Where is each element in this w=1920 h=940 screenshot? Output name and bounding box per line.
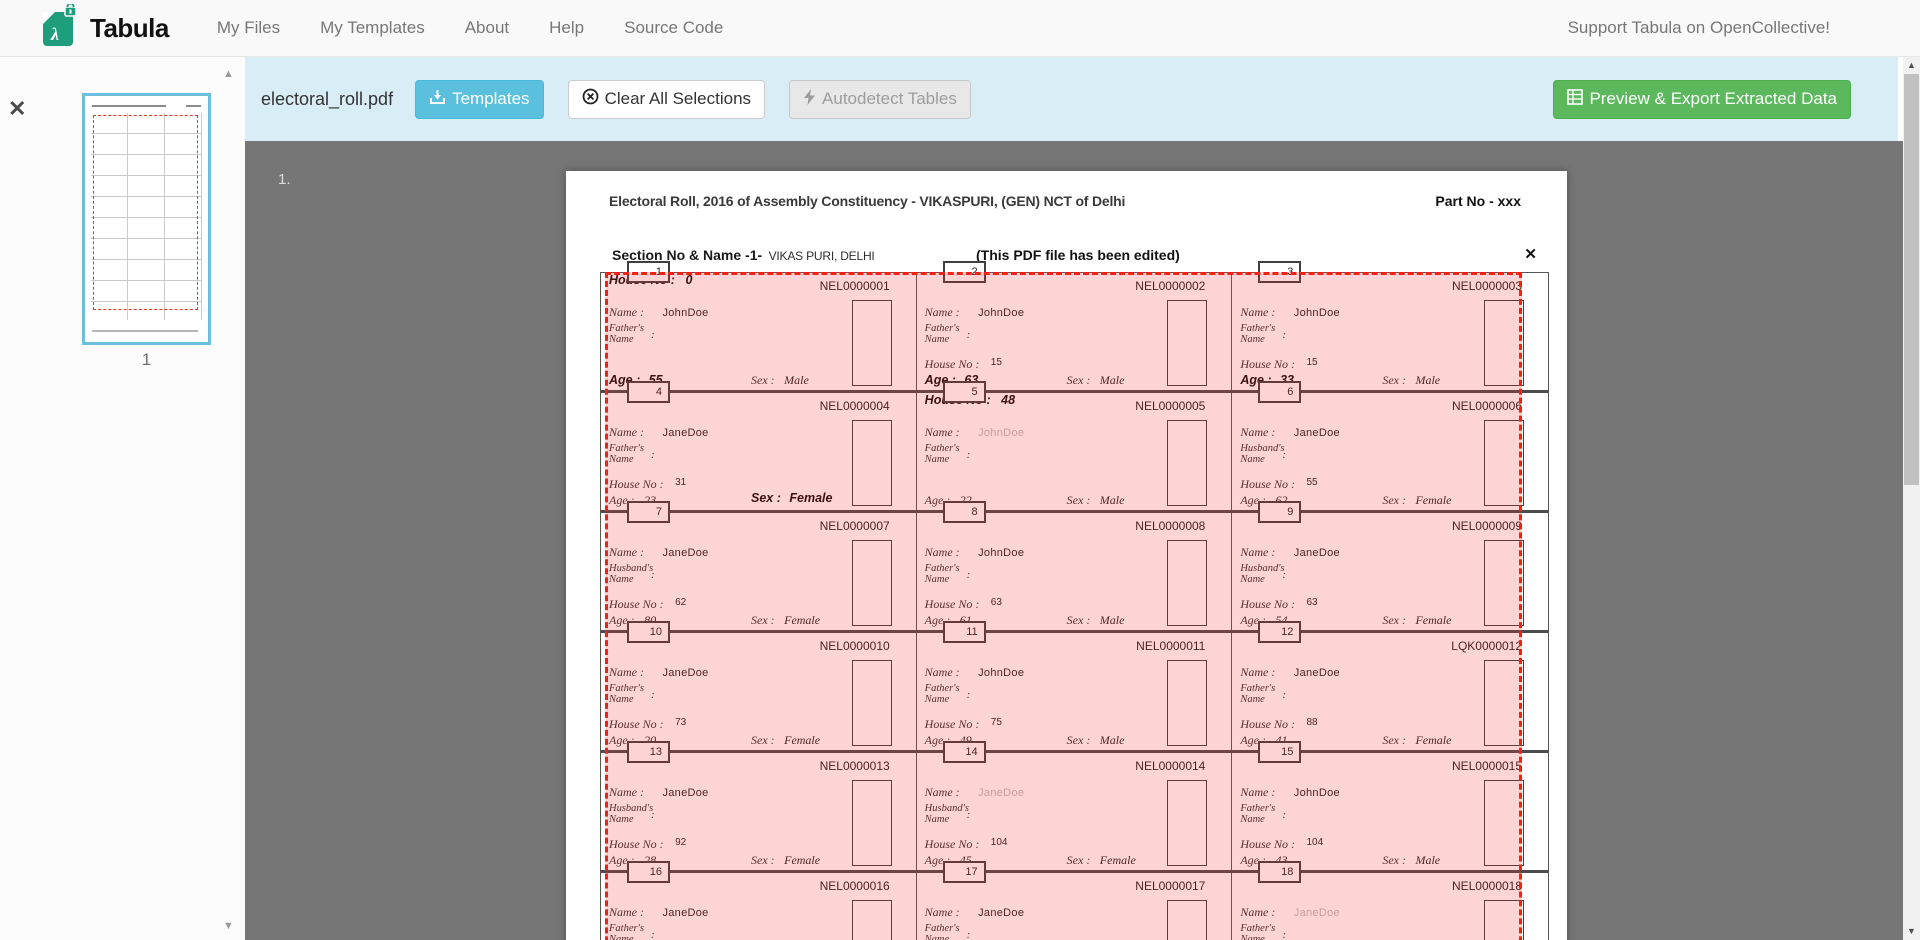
clear-all-selections-button[interactable]: Clear All Selections xyxy=(568,80,765,119)
thumb-footer-line xyxy=(92,330,198,332)
doc-title: Electoral Roll, 2016 of Assembly Constit… xyxy=(609,193,1125,209)
document-filename: electoral_roll.pdf xyxy=(261,89,393,110)
clear-circle-x-icon xyxy=(582,88,605,110)
lightning-icon xyxy=(803,89,822,110)
nav-help[interactable]: Help xyxy=(529,18,604,38)
tabula-brand[interactable]: λ Tabula xyxy=(40,4,169,53)
scrollbar-up-icon[interactable]: ▲ xyxy=(1903,57,1920,74)
nav-my-files[interactable]: My Files xyxy=(197,18,300,38)
scrollbar-thumb[interactable] xyxy=(1904,74,1919,485)
nav-links: My Files My Templates About Help Source … xyxy=(197,18,743,38)
nav-about[interactable]: About xyxy=(445,18,529,38)
top-navbar: λ Tabula My Files My Templates About Hel… xyxy=(0,0,1920,57)
sidebar-scroll-down-icon[interactable]: ▼ xyxy=(223,920,234,932)
remove-page-icon[interactable]: ✕ xyxy=(8,98,26,120)
section-name: VIKAS PURI, DELHI xyxy=(769,249,875,263)
templates-button[interactable]: Templates xyxy=(415,80,543,119)
brand-title: Tabula xyxy=(90,13,169,44)
tabula-logo-icon: λ xyxy=(40,4,80,53)
preview-export-button[interactable]: Preview & Export Extracted Data xyxy=(1553,80,1851,119)
nav-source-code[interactable]: Source Code xyxy=(604,18,743,38)
thumb-title-line xyxy=(92,105,166,107)
thumb-partno-line xyxy=(186,105,201,107)
thumbnail-sidebar: ✕ 1 ▲ ▼ xyxy=(0,57,245,940)
nav-my-templates[interactable]: My Templates xyxy=(300,18,445,38)
autodetect-tables-button[interactable]: Autodetect Tables xyxy=(789,80,971,119)
scrollbar-down-icon[interactable]: ▼ xyxy=(1903,923,1920,940)
selection-region[interactable] xyxy=(605,272,1522,940)
page-number-label: 1. xyxy=(278,171,291,188)
page-thumbnail[interactable] xyxy=(82,93,211,345)
document-toolbar: electoral_roll.pdf Templates Clear All S… xyxy=(245,57,1898,141)
thumbnail-page-number: 1 xyxy=(82,350,211,370)
section-header: Section No & Name -1- VIKAS PURI, DELHI … xyxy=(612,247,1547,265)
doc-part-no: Part No - xxx xyxy=(1435,193,1521,209)
pdf-page[interactable]: Electoral Roll, 2016 of Assembly Constit… xyxy=(566,171,1567,940)
svg-text:λ: λ xyxy=(50,24,59,44)
table-list-icon xyxy=(1567,89,1589,110)
thumb-selection-outline xyxy=(93,115,198,310)
selection-close-icon[interactable]: ✕ xyxy=(1524,245,1537,263)
templates-icon xyxy=(429,89,452,110)
edited-note: (This PDF file has been edited) xyxy=(976,247,1180,263)
vertical-scrollbar: ▲ ▼ xyxy=(1903,57,1920,940)
pdf-canvas-area: 1. Electoral Roll, 2016 of Assembly Cons… xyxy=(245,141,1903,940)
sidebar-scroll-up-icon[interactable]: ▲ xyxy=(223,68,234,80)
support-link[interactable]: Support Tabula on OpenCollective! xyxy=(1568,18,1830,38)
